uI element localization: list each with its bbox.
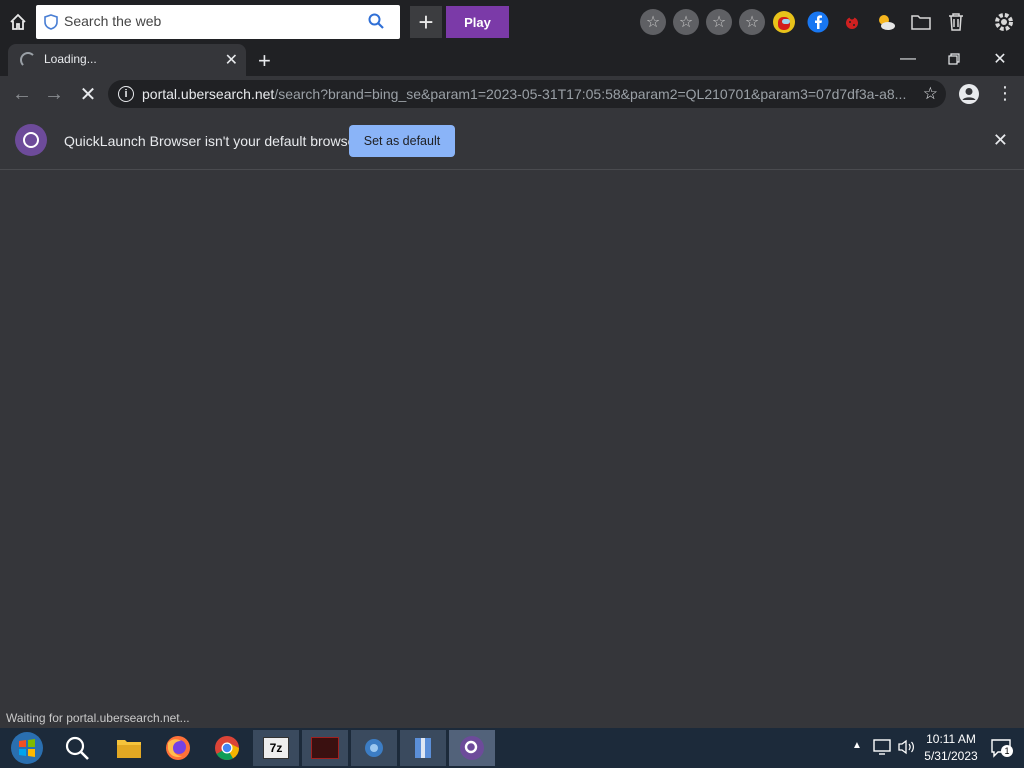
forward-arrow-icon[interactable]: → — [42, 82, 66, 106]
windows-taskbar: 7z ▲ 10:11 AM 5/31/2023 1 — [0, 728, 1024, 768]
file-explorer-icon[interactable] — [106, 730, 152, 766]
address-row: ← → ✕ i portal.ubersearch.net/search?bra… — [0, 76, 1024, 112]
profile-icon[interactable] — [958, 83, 980, 110]
favorite-star-icon[interactable]: ☆ — [673, 9, 699, 35]
back-arrow-icon[interactable]: ← — [10, 82, 34, 106]
new-tab-button[interactable]: + — [258, 48, 271, 74]
among-us-icon[interactable] — [770, 8, 798, 36]
web-search-box[interactable]: Search the web — [36, 5, 400, 39]
close-infobar-icon[interactable]: ✕ — [993, 130, 1008, 151]
clock-time: 10:11 AM — [926, 732, 976, 746]
status-bubble: Waiting for portal.ubersearch.net... — [0, 708, 196, 728]
restore-icon[interactable] — [934, 46, 974, 72]
play-button[interactable]: Play — [446, 6, 509, 38]
quicklaunch-icon[interactable] — [449, 730, 495, 766]
stop-loading-icon[interactable]: ✕ — [76, 82, 100, 106]
url-path: /search?brand=bing_se&param1=2023-05-31T… — [274, 86, 907, 102]
page-content — [0, 170, 1024, 728]
facebook-icon[interactable] — [804, 8, 832, 36]
bookmark-star-icon[interactable]: ☆ — [923, 84, 938, 104]
trash-icon[interactable] — [942, 8, 970, 36]
favorite-star-icon[interactable]: ☆ — [739, 9, 765, 35]
system-clock[interactable]: 10:11 AM 5/31/2023 — [920, 731, 982, 765]
loading-spinner-icon — [20, 52, 36, 68]
url-host: portal.ubersearch.net — [142, 86, 275, 102]
search-icon[interactable] — [54, 730, 100, 766]
home-icon[interactable] — [4, 8, 32, 36]
tab-loading[interactable]: Loading... ✕ — [8, 44, 246, 76]
network-icon[interactable] — [873, 739, 891, 760]
tab-title: Loading... — [44, 52, 97, 66]
default-browser-infobar: QuickLaunch Browser isn't your default b… — [0, 112, 1024, 170]
ladybug-icon[interactable] — [838, 8, 866, 36]
folder-icon[interactable] — [907, 8, 935, 36]
volume-icon[interactable] — [897, 739, 915, 760]
close-window-icon[interactable]: ✕ — [980, 46, 1020, 72]
minimize-icon[interactable]: — — [888, 46, 928, 72]
search-placeholder: Search the web — [64, 13, 162, 29]
menu-kebab-icon[interactable]: ⋮ — [996, 83, 1014, 103]
start-icon[interactable] — [4, 730, 50, 766]
tab-strip: Loading... ✕ + — ✕ — [0, 44, 1024, 76]
7zip-icon[interactable]: 7z — [253, 730, 299, 766]
infobar-message: QuickLaunch Browser isn't your default b… — [64, 133, 361, 149]
set-as-default-button[interactable]: Set as default — [349, 125, 455, 157]
notification-center-icon[interactable]: 1 — [990, 738, 1013, 763]
settings-icon[interactable] — [351, 730, 397, 766]
weather-icon[interactable] — [872, 8, 900, 36]
site-info-icon[interactable]: i — [118, 86, 134, 102]
search-icon[interactable] — [368, 13, 384, 34]
notification-count-badge: 1 — [1001, 745, 1013, 757]
address-bar[interactable]: i portal.ubersearch.net/search?brand=bin… — [108, 80, 946, 108]
app-icon[interactable] — [302, 730, 348, 766]
favorite-star-icon[interactable]: ☆ — [706, 9, 732, 35]
quicklaunch-toolbar: Search the web + Play ☆ ☆ ☆ ☆ — [0, 0, 1024, 44]
url-text: portal.ubersearch.net/search?brand=bing_… — [142, 86, 907, 102]
firefox-icon[interactable] — [155, 730, 201, 766]
add-shortcut-button[interactable]: + — [410, 6, 442, 38]
close-tab-icon[interactable]: ✕ — [225, 50, 238, 70]
show-hidden-icons-icon[interactable]: ▲ — [852, 740, 862, 751]
favorite-star-icon[interactable]: ☆ — [640, 9, 666, 35]
clock-date: 5/31/2023 — [924, 749, 978, 763]
quicklaunch-logo-icon — [15, 124, 47, 156]
chrome-icon[interactable] — [204, 730, 250, 766]
archive-icon[interactable] — [400, 730, 446, 766]
gear-icon[interactable] — [990, 8, 1018, 36]
shield-icon — [44, 14, 58, 35]
